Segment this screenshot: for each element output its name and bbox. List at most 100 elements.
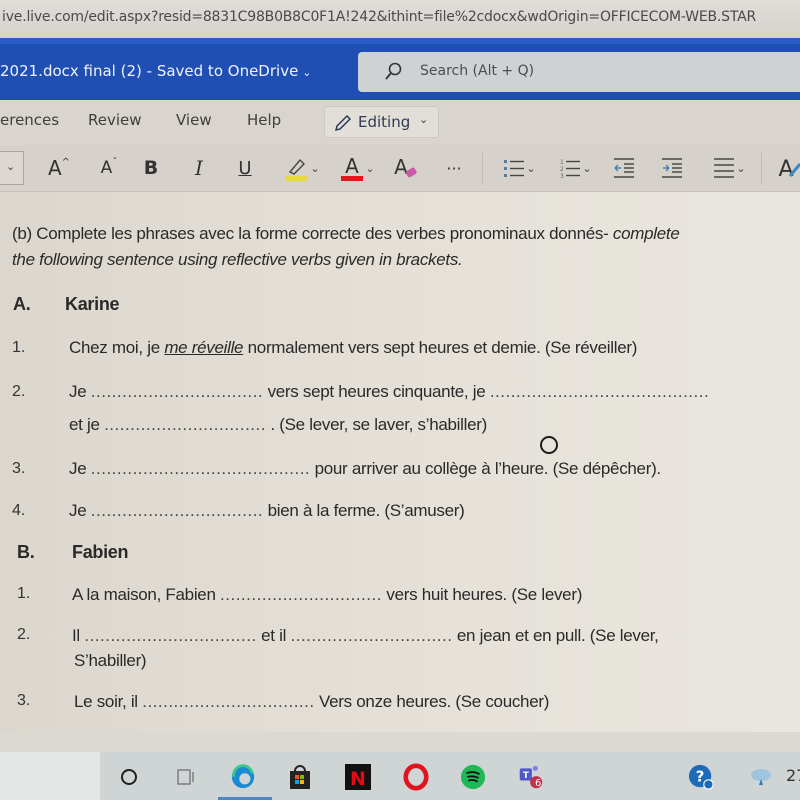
shrink-font-button[interactable]: Aˇ bbox=[94, 153, 124, 183]
underline-icon: U bbox=[238, 157, 252, 179]
italic-button[interactable]: I bbox=[186, 153, 212, 183]
chevron-down-icon: ⌄ bbox=[6, 160, 16, 173]
more-icon: ··· bbox=[446, 158, 462, 178]
taskbar-search-area[interactable] bbox=[0, 752, 100, 800]
increase-indent-icon bbox=[662, 158, 682, 178]
exercise-item: Je .....................................… bbox=[69, 459, 661, 479]
clear-formatting-button[interactable]: A bbox=[390, 153, 420, 183]
exercise-item-continued: S’habiller) bbox=[74, 651, 147, 670]
item-text: Il bbox=[72, 626, 85, 645]
numbering-button[interactable]: 1 2 3 ⌄ bbox=[552, 153, 598, 183]
document-canvas[interactable]: (b) Complete les phrases avec la forme c… bbox=[0, 192, 800, 732]
svg-text:2: 2 bbox=[560, 166, 564, 173]
align-button[interactable]: ⌄ bbox=[706, 153, 752, 183]
more-options-button[interactable]: ··· bbox=[440, 153, 468, 183]
item-text: vers huit heures. (Se lever) bbox=[381, 585, 583, 604]
help-tray-button[interactable]: ? bbox=[688, 764, 714, 790]
item-text: et il bbox=[256, 626, 291, 645]
bold-button[interactable]: B bbox=[138, 153, 164, 183]
cortana-button[interactable] bbox=[116, 764, 142, 790]
item-text: Le soir, il bbox=[74, 692, 143, 711]
weather-button[interactable] bbox=[748, 764, 774, 790]
task-view-icon bbox=[177, 769, 194, 785]
answer-blank[interactable]: ................................. bbox=[91, 501, 263, 520]
item-text: en jean et en pull. (Se lever, bbox=[452, 626, 659, 645]
svg-text:A: A bbox=[394, 155, 408, 179]
toolbar-divider bbox=[761, 153, 762, 185]
bullets-button[interactable]: ⌄ bbox=[496, 153, 542, 183]
item-text: normalement vers sept heures et demie. (… bbox=[243, 338, 638, 357]
exercise-item: Chez moi, je me réveille normalement ver… bbox=[69, 338, 637, 358]
clear-formatting-icon: A bbox=[394, 155, 417, 179]
section-letter: A. bbox=[13, 294, 31, 314]
tab-view[interactable]: View bbox=[176, 111, 212, 129]
netflix-button[interactable]: N bbox=[345, 764, 371, 790]
chevron-down-icon: ⌄ bbox=[365, 161, 375, 175]
cortana-icon bbox=[121, 769, 137, 785]
instruction-line-2: the following sentence using reflective … bbox=[12, 250, 463, 269]
numbered-list-icon: 1 2 3 bbox=[560, 159, 581, 180]
highlight-button[interactable]: ⌄ bbox=[280, 153, 324, 183]
item-number: 3. bbox=[12, 460, 26, 477]
answer-blank[interactable]: ............................... bbox=[220, 585, 382, 604]
answer-blank[interactable]: ........................................… bbox=[490, 382, 709, 401]
save-status: Saved to OneDrive bbox=[156, 62, 299, 80]
item-text: Je bbox=[69, 459, 91, 478]
section-name: Fabien bbox=[72, 542, 129, 562]
answer-blank[interactable]: ................................. bbox=[84, 626, 256, 645]
bold-icon: B bbox=[143, 157, 159, 179]
answer-blank[interactable]: ............................... bbox=[291, 626, 453, 645]
answer-blank[interactable]: ................................. bbox=[91, 382, 263, 401]
svg-text:A: A bbox=[778, 157, 793, 182]
word-title-bar: 2021.docx final (2) - Saved to OneDrive ⌄… bbox=[0, 38, 800, 100]
font-size-dropdown[interactable]: ⌄ bbox=[0, 151, 24, 185]
teams-badge: 6 bbox=[535, 778, 542, 789]
item-text: A la maison, Fabien bbox=[72, 585, 221, 604]
edge-icon bbox=[231, 764, 255, 789]
address-bar[interactable]: ive.live.com/edit.aspx?resid=8831C98B0B8… bbox=[0, 0, 800, 38]
opera-button[interactable] bbox=[403, 763, 429, 791]
answer-blank[interactable]: ................................. bbox=[142, 692, 314, 711]
teams-button[interactable]: T 6 bbox=[518, 764, 544, 790]
answer-blank[interactable]: ............................... bbox=[104, 415, 266, 434]
edge-button[interactable] bbox=[230, 764, 256, 790]
shrink-font-icon: A bbox=[100, 158, 113, 178]
spotify-button[interactable] bbox=[460, 764, 486, 790]
pencil-icon bbox=[334, 114, 352, 132]
tab-review[interactable]: Review bbox=[88, 111, 142, 129]
exercise-item: Je ................................. bie… bbox=[69, 501, 465, 521]
answer-blank[interactable]: ........................................… bbox=[91, 459, 310, 478]
url-text[interactable]: ive.live.com/edit.aspx?resid=8831C98B0B8… bbox=[2, 9, 756, 25]
item-number: 1. bbox=[17, 585, 31, 602]
item-number: 3. bbox=[17, 692, 31, 709]
store-button[interactable] bbox=[287, 764, 313, 790]
answer-text: me réveille bbox=[164, 338, 244, 357]
underline-button[interactable]: U bbox=[232, 153, 258, 183]
styles-button[interactable]: A bbox=[776, 153, 800, 183]
document-title[interactable]: 2021.docx final (2) - Saved to OneDrive ⌄ bbox=[0, 62, 312, 80]
chevron-down-icon: ⌄ bbox=[302, 66, 312, 79]
svg-text:T: T bbox=[523, 771, 529, 781]
exercise-item: Le soir, il ............................… bbox=[74, 692, 549, 712]
bullet-list-icon bbox=[504, 160, 525, 177]
tab-references[interactable]: erences bbox=[0, 111, 59, 129]
align-icon bbox=[714, 158, 735, 178]
spotify-icon bbox=[460, 764, 486, 790]
increase-indent-button[interactable] bbox=[658, 153, 686, 183]
grow-font-button[interactable]: A ^ bbox=[44, 153, 74, 183]
title-separator: - bbox=[141, 62, 157, 80]
svg-text:1: 1 bbox=[560, 159, 564, 166]
svg-text:A: A bbox=[346, 154, 360, 178]
item-text: Je bbox=[69, 501, 91, 520]
decrease-indent-button[interactable] bbox=[610, 153, 638, 183]
font-color-button[interactable]: A ⌄ bbox=[335, 153, 379, 183]
search-box[interactable]: Search (Alt + Q) bbox=[358, 52, 800, 92]
mouse-cursor-icon bbox=[540, 436, 558, 454]
toolbar-divider bbox=[482, 153, 483, 185]
item-number: 2. bbox=[12, 383, 26, 400]
editing-mode-button[interactable]: Editing ⌄ bbox=[324, 106, 439, 138]
tab-help[interactable]: Help bbox=[247, 111, 281, 129]
task-view-button[interactable] bbox=[172, 764, 198, 790]
chevron-down-icon: ⌄ bbox=[310, 161, 320, 175]
editing-label: Editing bbox=[358, 113, 411, 131]
